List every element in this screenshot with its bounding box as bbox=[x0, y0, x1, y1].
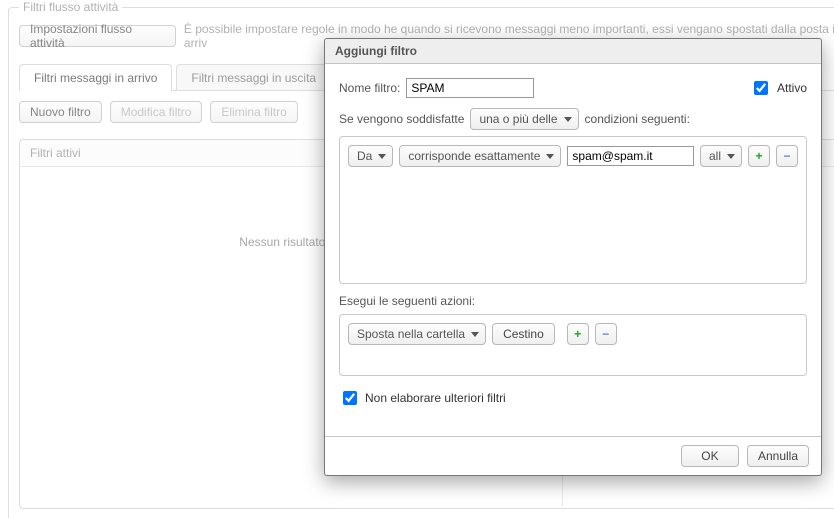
cancel-button[interactable]: Annulla bbox=[747, 445, 809, 467]
filter-name-label: Nome filtro: bbox=[339, 81, 400, 95]
condition-match-value: all bbox=[709, 149, 721, 163]
condition-row: Da corrisponde esattamente all + − bbox=[348, 145, 798, 167]
satisfy-before-text: Se vengono soddisfatte bbox=[339, 112, 464, 126]
condition-field-value: Da bbox=[357, 149, 372, 163]
action-target-button[interactable]: Cestino bbox=[492, 323, 555, 345]
action-row: Sposta nella cartella Cestino + − bbox=[348, 323, 798, 345]
plus-icon: + bbox=[755, 149, 762, 163]
condition-match-select[interactable]: all bbox=[700, 145, 742, 167]
satisfy-after-text: condizioni seguenti: bbox=[585, 112, 690, 126]
chevron-down-icon bbox=[727, 154, 735, 159]
remove-condition-button[interactable]: − bbox=[776, 145, 798, 167]
actions-label: Esegui le seguenti azioni: bbox=[339, 294, 807, 308]
active-checkbox[interactable] bbox=[754, 81, 768, 95]
action-type-value: Sposta nella cartella bbox=[357, 327, 465, 341]
chevron-down-icon bbox=[564, 117, 572, 122]
stop-processing-checkbox[interactable] bbox=[343, 391, 357, 405]
action-type-select[interactable]: Sposta nella cartella bbox=[348, 323, 486, 345]
actions-box: Sposta nella cartella Cestino + − bbox=[339, 314, 807, 376]
filter-name-input[interactable] bbox=[406, 78, 534, 98]
add-filter-dialog: Aggiungi filtro Nome filtro: Attivo Se v… bbox=[324, 38, 822, 476]
add-action-button[interactable]: + bbox=[567, 323, 589, 345]
condition-field-select[interactable]: Da bbox=[348, 145, 393, 167]
satisfy-select[interactable]: una o più delle bbox=[470, 108, 578, 130]
stop-processing-label: Non elaborare ulteriori filtri bbox=[365, 391, 506, 405]
add-condition-button[interactable]: + bbox=[748, 145, 770, 167]
dialog-title: Aggiungi filtro bbox=[325, 39, 821, 64]
condition-op-select[interactable]: corrisponde esattamente bbox=[399, 145, 561, 167]
plus-icon: + bbox=[574, 327, 581, 341]
condition-op-value: corrisponde esattamente bbox=[408, 149, 540, 163]
active-label: Attivo bbox=[777, 81, 807, 95]
ok-button[interactable]: OK bbox=[681, 445, 739, 467]
chevron-down-icon bbox=[378, 154, 386, 159]
minus-icon: − bbox=[783, 149, 790, 163]
conditions-box: Da corrisponde esattamente all + − bbox=[339, 136, 807, 284]
dialog-footer: OK Annulla bbox=[325, 436, 821, 475]
chevron-down-icon bbox=[471, 332, 479, 337]
minus-icon: − bbox=[602, 327, 609, 341]
chevron-down-icon bbox=[546, 154, 554, 159]
satisfy-select-value: una o più delle bbox=[479, 112, 557, 126]
condition-value-input[interactable] bbox=[567, 146, 694, 166]
remove-action-button[interactable]: − bbox=[595, 323, 617, 345]
